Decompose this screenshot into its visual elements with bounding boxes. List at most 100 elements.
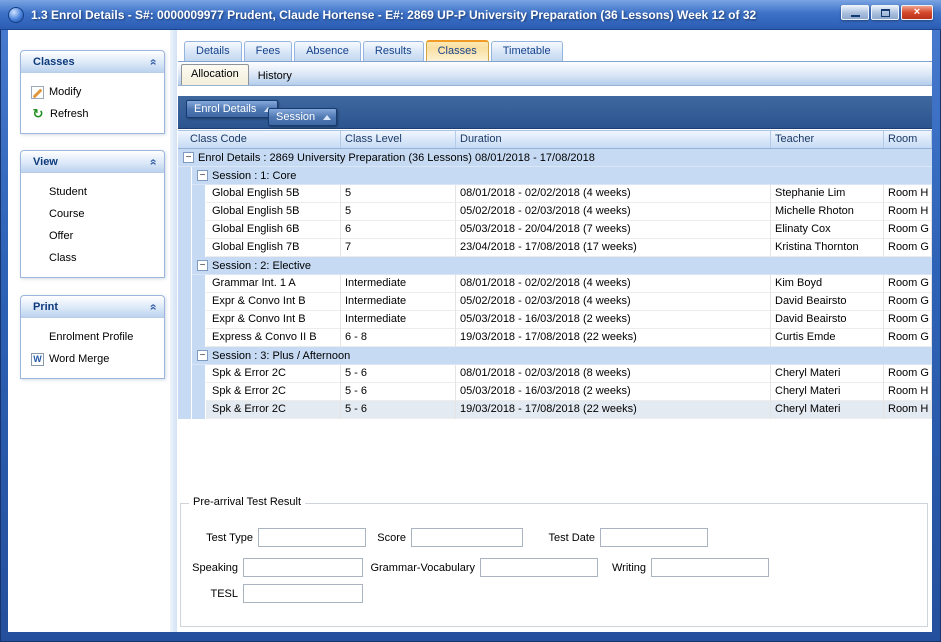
- score-input[interactable]: [411, 528, 523, 547]
- collapse-chevron-icon[interactable]: »: [146, 158, 160, 165]
- maximize-icon[interactable]: [871, 5, 899, 20]
- writing-input[interactable]: [651, 558, 769, 577]
- sidebar-item-offer[interactable]: Offer: [21, 225, 164, 247]
- speaking-field: Speaking: [187, 558, 363, 577]
- titlebar[interactable]: 1.3 Enrol Details - S#: 0000009977 Prude…: [0, 0, 941, 30]
- sidebar-item-modify[interactable]: Modify: [21, 81, 164, 103]
- group-row-session-1[interactable]: −Session : 1: Core: [178, 167, 932, 185]
- cell-room: Room G -: [884, 221, 932, 239]
- class-row[interactable]: Spk & Error 2C5 - 605/03/2018 - 16/03/20…: [178, 383, 932, 401]
- panel-header-view[interactable]: View»: [21, 151, 164, 173]
- cell-room: Room G -: [884, 239, 932, 257]
- group-row-session-2[interactable]: −Session : 2: Elective: [178, 257, 932, 275]
- word-icon: W: [31, 353, 44, 366]
- column-header-duration[interactable]: Duration: [456, 131, 771, 148]
- tesl-label: TESL: [187, 588, 238, 600]
- tab-details[interactable]: Details: [184, 41, 242, 61]
- group-indent: [192, 275, 206, 293]
- edit-icon: [31, 86, 44, 99]
- group-indent: [192, 383, 206, 401]
- speaking-input[interactable]: [243, 558, 363, 577]
- collapse-box-icon[interactable]: −: [197, 170, 208, 181]
- sidebar-item-refresh[interactable]: ↻Refresh: [21, 103, 164, 125]
- sidebar-item-label: Student: [49, 186, 87, 198]
- cell-room: Room G -: [884, 311, 932, 329]
- class-row[interactable]: Global English 6B605/03/2018 - 20/04/201…: [178, 221, 932, 239]
- group-indent: [178, 257, 192, 275]
- tab-fees[interactable]: Fees: [244, 41, 292, 61]
- collapse-box-icon[interactable]: −: [183, 152, 194, 163]
- class-row[interactable]: Global English 7B723/04/2018 - 17/08/201…: [178, 239, 932, 257]
- grammar-vocabulary-input[interactable]: [480, 558, 598, 577]
- sidebar-item-student[interactable]: Student: [21, 181, 164, 203]
- cell-teacher: David Beairsto: [771, 311, 884, 329]
- column-header-class-code[interactable]: Class Code: [178, 131, 341, 148]
- group-indent: [178, 311, 192, 329]
- writing-label: Writing: [605, 562, 646, 574]
- tesl-input[interactable]: [243, 584, 363, 603]
- sidebar-panel-print: Print» Enrolment ProfileWWord Merge: [20, 295, 165, 379]
- group-row-label: Session : 2: Elective: [212, 260, 311, 272]
- tab-strip: DetailsFeesAbsenceResultsClassesTimetabl…: [184, 40, 563, 61]
- group-row-enrol-details[interactable]: −Enrol Details : 2869 University Prepara…: [178, 149, 932, 167]
- group-indent: [178, 329, 192, 347]
- class-row[interactable]: Global English 5B505/02/2018 - 02/03/201…: [178, 203, 932, 221]
- sidebar-item-course[interactable]: Course: [21, 203, 164, 225]
- tab-timetable[interactable]: Timetable: [491, 41, 563, 61]
- subtab-allocation[interactable]: Allocation: [181, 64, 249, 85]
- minimize-icon[interactable]: [841, 5, 869, 20]
- subtab-bar: AllocationHistory: [178, 61, 932, 86]
- group-indent: [178, 239, 192, 257]
- group-indent: [178, 167, 192, 185]
- class-row[interactable]: Expr & Convo Int BIntermediate05/02/2018…: [178, 293, 932, 311]
- cell-class-code: Expr & Convo Int B: [206, 293, 341, 311]
- sidebar-item-class[interactable]: Class: [21, 247, 164, 269]
- cell-class-code: Expr & Convo Int B: [206, 311, 341, 329]
- class-row[interactable]: Spk & Error 2C5 - 608/01/2018 - 02/03/20…: [178, 365, 932, 383]
- collapse-chevron-icon[interactable]: »: [146, 303, 160, 310]
- test-date-field: Test Date: [521, 528, 708, 547]
- cell-class-level: 5: [341, 185, 456, 203]
- column-header-class-level[interactable]: Class Level: [341, 131, 456, 148]
- column-header-room[interactable]: Room: [884, 131, 932, 148]
- group-indent: [178, 383, 192, 401]
- tab-classes[interactable]: Classes: [426, 40, 489, 61]
- speaking-label: Speaking: [187, 562, 238, 574]
- collapse-box-icon[interactable]: −: [197, 350, 208, 361]
- group-indent: [178, 203, 192, 221]
- subtab-history[interactable]: History: [249, 67, 301, 85]
- panel-header-classes[interactable]: Classes»: [21, 51, 164, 73]
- sidebar-panel-classes: Classes» Modify↻Refresh: [20, 50, 165, 134]
- tab-results[interactable]: Results: [363, 41, 424, 61]
- cell-teacher: David Beairsto: [771, 293, 884, 311]
- sidebar-item-enrolment-profile[interactable]: Enrolment Profile: [21, 326, 164, 348]
- class-row[interactable]: Spk & Error 2C5 - 619/03/2018 - 17/08/20…: [178, 401, 932, 419]
- class-row[interactable]: Expr & Convo Int BIntermediate05/03/2018…: [178, 311, 932, 329]
- class-row[interactable]: Grammar Int. 1 AIntermediate08/01/2018 -…: [178, 275, 932, 293]
- cell-class-code: Global English 5B: [206, 185, 341, 203]
- cell-room: Room G -: [884, 275, 932, 293]
- panel-header-print[interactable]: Print»: [21, 296, 164, 318]
- class-row[interactable]: Express & Convo II B6 - 819/03/2018 - 17…: [178, 329, 932, 347]
- prearrival-title: Pre-arrival Test Result: [189, 496, 305, 508]
- cell-duration: 23/04/2018 - 17/08/2018 (17 weeks): [456, 239, 771, 257]
- groupby-enrol-details[interactable]: Enrol Details: [186, 100, 278, 118]
- group-indent: [192, 185, 206, 203]
- cell-duration: 08/01/2018 - 02/02/2018 (4 weeks): [456, 185, 771, 203]
- group-row-session-3[interactable]: −Session : 3: Plus / Afternoon: [178, 347, 932, 365]
- tab-absence[interactable]: Absence: [294, 41, 361, 61]
- group-indent: [192, 401, 206, 419]
- sidebar-item-label: Course: [49, 208, 84, 220]
- cell-class-code: Express & Convo II B: [206, 329, 341, 347]
- collapse-chevron-icon[interactable]: »: [146, 58, 160, 65]
- groupby-session[interactable]: Session: [268, 108, 337, 126]
- sidebar-splitter[interactable]: [170, 30, 177, 632]
- close-icon[interactable]: ×: [901, 5, 933, 20]
- test-date-input[interactable]: [600, 528, 708, 547]
- class-row[interactable]: Global English 5B508/01/2018 - 02/02/201…: [178, 185, 932, 203]
- sidebar-item-word-merge[interactable]: WWord Merge: [21, 348, 164, 370]
- column-header-teacher[interactable]: Teacher: [771, 131, 884, 148]
- collapse-box-icon[interactable]: −: [197, 260, 208, 271]
- grammar-vocabulary-label: Grammar-Vocabulary: [369, 562, 475, 574]
- panel-title: Print: [33, 301, 149, 313]
